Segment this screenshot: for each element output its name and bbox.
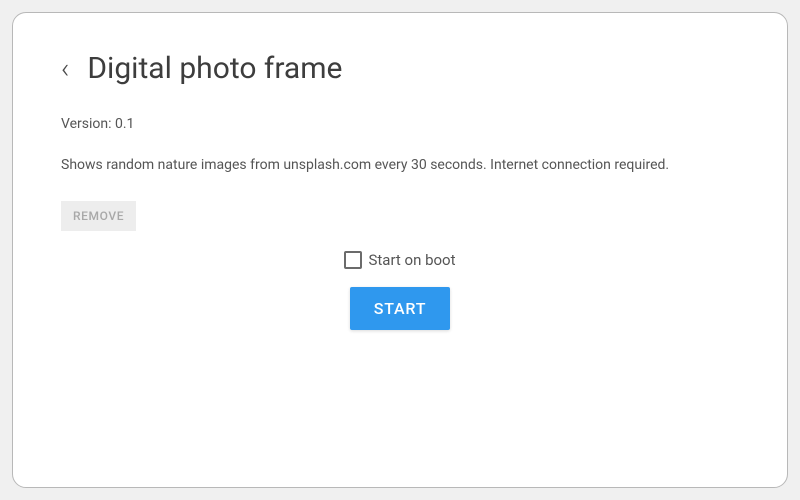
start-on-boot-row: Start on boot — [344, 251, 455, 269]
start-on-boot-checkbox[interactable] — [344, 251, 362, 269]
page-title: Digital photo frame — [87, 51, 342, 86]
center-controls: Start on boot START — [61, 251, 739, 330]
start-on-boot-label: Start on boot — [368, 251, 455, 269]
back-chevron-icon[interactable]: ‹ — [61, 55, 69, 83]
app-detail-card: ‹ Digital photo frame Version: 0.1 Shows… — [12, 12, 788, 488]
app-description: Shows random nature images from unsplash… — [61, 152, 739, 179]
remove-button[interactable]: REMOVE — [61, 201, 136, 231]
version-label: Version: 0.1 — [61, 116, 739, 132]
header: ‹ Digital photo frame — [61, 51, 739, 86]
start-button[interactable]: START — [350, 287, 451, 330]
